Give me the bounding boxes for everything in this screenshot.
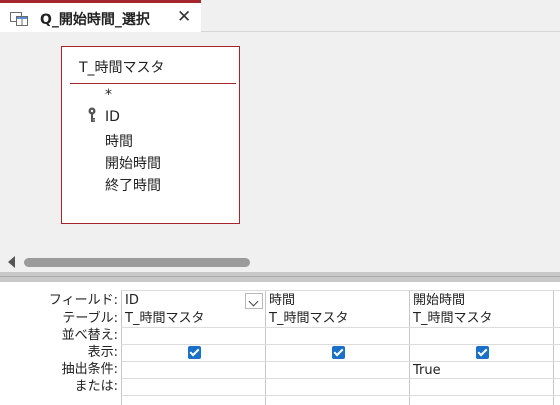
chevron-down-icon[interactable] bbox=[245, 293, 263, 309]
field-cell-col3[interactable]: 開始時間 bbox=[413, 292, 465, 309]
row-label-criteria: 抽出条件: bbox=[61, 362, 118, 377]
field-item-end-time[interactable]: 終了時間 bbox=[105, 175, 161, 195]
table-cell-col3[interactable]: T_時間マスタ bbox=[413, 310, 492, 327]
tab-strip: Q_開始時間_選択 ✕ bbox=[0, 0, 560, 32]
criteria-cell-col3[interactable]: True bbox=[413, 362, 441, 379]
field-cell-col2[interactable]: 時間 bbox=[269, 292, 295, 309]
grid-line bbox=[121, 290, 560, 291]
show-checkbox-col2[interactable] bbox=[332, 346, 345, 359]
show-checkbox-col1[interactable] bbox=[188, 346, 201, 359]
table-cell-col2[interactable]: T_時間マスタ bbox=[269, 310, 348, 327]
close-tab-icon[interactable]: ✕ bbox=[177, 7, 191, 27]
design-grid: フィールド: テーブル: 並べ替え: 表示: 抽出条件: または: ID T_時… bbox=[0, 282, 560, 405]
row-label-show: 表示: bbox=[87, 345, 118, 360]
field-list-window[interactable]: T_時間マスタ * ID 時間 開始時間 終了時間 bbox=[61, 46, 240, 224]
horizontal-scrollbar[interactable] bbox=[0, 252, 560, 272]
field-item-start-time[interactable]: 開始時間 bbox=[105, 153, 161, 173]
tab-title: Q_開始時間_選択 bbox=[40, 12, 150, 28]
row-label-table: テーブル: bbox=[62, 311, 118, 326]
row-label-sort: 並べ替え: bbox=[61, 328, 118, 343]
grid-line bbox=[121, 361, 560, 362]
grid-line bbox=[121, 344, 560, 345]
field-list-divider bbox=[70, 83, 236, 84]
query-icon bbox=[10, 12, 28, 26]
column-divider bbox=[409, 290, 410, 405]
pane-splitter[interactable] bbox=[0, 272, 560, 282]
query-design-area: T_時間マスタ * ID 時間 開始時間 終了時間 bbox=[0, 32, 560, 252]
row-label-or: または: bbox=[74, 379, 118, 394]
field-input-col1[interactable] bbox=[123, 293, 265, 310]
grid-line bbox=[121, 327, 560, 328]
column-divider bbox=[553, 290, 554, 405]
tab-query[interactable]: Q_開始時間_選択 ✕ bbox=[0, 0, 201, 32]
table-cell-col1[interactable]: T_時間マスタ bbox=[125, 310, 204, 327]
scroll-left-arrow-icon[interactable] bbox=[8, 256, 15, 268]
field-item-id[interactable]: ID bbox=[105, 109, 120, 125]
field-item-all[interactable]: * bbox=[105, 87, 112, 103]
grid-line bbox=[121, 395, 560, 396]
field-list-title[interactable]: T_時間マスタ bbox=[79, 57, 165, 77]
primary-key-icon bbox=[88, 107, 96, 122]
row-label-field: フィールド: bbox=[48, 293, 118, 308]
column-divider bbox=[265, 290, 266, 405]
grid-line bbox=[121, 378, 560, 379]
scrollbar-thumb[interactable] bbox=[24, 258, 250, 267]
column-divider bbox=[121, 290, 122, 405]
field-item-time[interactable]: 時間 bbox=[105, 131, 133, 151]
field-cell-col1[interactable]: ID bbox=[125, 292, 139, 309]
show-checkbox-col3[interactable] bbox=[476, 346, 489, 359]
